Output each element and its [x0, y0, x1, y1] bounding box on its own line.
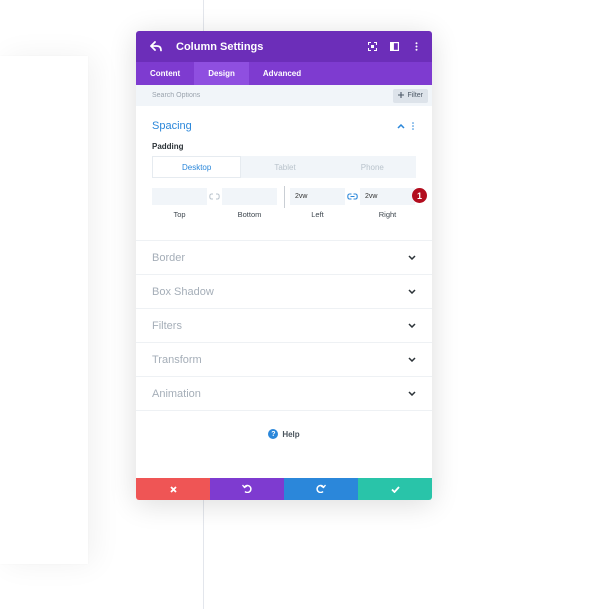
device-tab-phone[interactable]: Phone [328, 156, 416, 178]
redo-button[interactable] [284, 478, 358, 500]
undo-icon [241, 480, 252, 498]
padding-top-input[interactable] [152, 188, 207, 205]
section-title: Box Shadow [152, 285, 214, 298]
padding-right-input[interactable] [360, 188, 415, 205]
padding-label: Padding [152, 142, 184, 151]
tab-design[interactable]: Design [194, 62, 249, 85]
link-icon[interactable] [347, 191, 358, 202]
undo-button[interactable] [210, 478, 284, 500]
question-icon: ? [268, 429, 279, 439]
modal-title: Column Settings [176, 40, 264, 53]
canvas-page-preview [0, 56, 88, 564]
filter-button[interactable]: Filter [393, 88, 428, 103]
expand-icon[interactable] [366, 41, 378, 53]
modal-footer [136, 478, 432, 500]
section-title: Transform [152, 353, 202, 366]
close-icon [169, 480, 177, 498]
plus-icon [398, 91, 405, 100]
device-tab-tablet[interactable]: Tablet [241, 156, 329, 178]
modal-tabs: Content Design Advanced [136, 62, 432, 85]
box-shadow-section[interactable]: Box Shadow [136, 275, 432, 309]
help-label: Help [282, 429, 300, 439]
padding-right-label: Right [378, 210, 397, 219]
spacing-section-title: Spacing [152, 120, 192, 132]
animation-section[interactable]: Animation [136, 377, 432, 411]
column-settings-modal: Column Settings Content Design Advanced … [136, 31, 432, 500]
section-title: Animation [152, 387, 201, 400]
section-title: Border [152, 251, 186, 264]
cancel-button[interactable] [136, 478, 210, 500]
spacing-section-header[interactable]: Spacing [152, 116, 416, 136]
padding-bottom-label: Bottom [237, 210, 262, 219]
link-broken-icon[interactable] [209, 191, 220, 202]
search-bar: Filter [136, 85, 432, 106]
padding-fields: 1 Top Bottom Left Right [152, 186, 427, 228]
modal-header: Column Settings [136, 31, 432, 62]
sidebar-toggle-icon[interactable] [388, 41, 400, 53]
more-vertical-icon[interactable] [410, 41, 422, 53]
check-icon [390, 480, 400, 498]
spacing-section: Spacing Padding Desktop Tablet Phone 2vw… [136, 106, 432, 241]
chevron-down-icon[interactable] [407, 355, 416, 364]
back-arrow-icon[interactable] [150, 39, 166, 55]
chevron-down-icon[interactable] [407, 253, 416, 262]
padding-top-label: Top [173, 210, 186, 219]
transform-section[interactable]: Transform [136, 343, 432, 377]
filter-label: Filter [407, 92, 423, 99]
padding-left-input[interactable] [290, 188, 345, 205]
redo-icon [316, 480, 327, 498]
device-tab-desktop[interactable]: Desktop [152, 156, 242, 178]
chevron-down-icon[interactable] [407, 389, 416, 398]
filters-section[interactable]: Filters [136, 309, 432, 343]
chevron-down-icon[interactable] [407, 287, 416, 296]
help-link[interactable]: ? Help [136, 411, 432, 457]
section-title: Filters [152, 319, 182, 332]
chevron-down-icon[interactable] [407, 321, 416, 330]
padding-divider [284, 186, 285, 208]
padding-bottom-input[interactable] [222, 188, 277, 205]
device-tabs: Desktop Tablet Phone [152, 156, 416, 178]
more-vertical-icon[interactable] [410, 122, 416, 131]
save-button[interactable] [358, 478, 432, 500]
chevron-up-icon[interactable] [396, 122, 405, 131]
border-section[interactable]: Border [136, 241, 432, 275]
tab-content[interactable]: Content [136, 62, 194, 85]
padding-left-label: Left [311, 210, 324, 219]
tab-advanced[interactable]: Advanced [249, 62, 315, 85]
step-badge: 1 [412, 188, 427, 203]
search-options-input[interactable] [152, 92, 394, 99]
